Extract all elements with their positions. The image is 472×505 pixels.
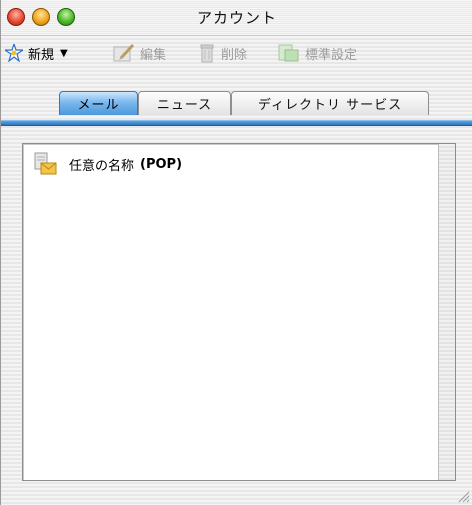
- tab-directory-services-label: ディレクトリ サービス: [257, 98, 403, 113]
- edit-icon: [113, 43, 135, 62]
- window-title: アカウント: [196, 9, 277, 27]
- tab-directory-services[interactable]: ディレクトリ サービス: [231, 91, 429, 115]
- toolbar: 新規 ▼ 編集 削除 標準設定: [1, 36, 472, 70]
- new-button-label: 新規: [28, 47, 55, 63]
- delete-button[interactable]: 削除: [198, 36, 247, 70]
- resize-grip-icon[interactable]: [456, 489, 470, 503]
- title-bar[interactable]: アカウント: [1, 0, 472, 36]
- account-name: 任意の名称: [69, 158, 135, 174]
- new-button[interactable]: 新規 ▼: [5, 36, 68, 70]
- account-type: (POP): [140, 156, 183, 172]
- list-item[interactable]: 任意の名称 (POP): [33, 151, 182, 177]
- delete-button-label: 削除: [221, 47, 248, 63]
- tab-mail-label: メール: [77, 98, 120, 113]
- vertical-scrollbar[interactable]: [438, 144, 455, 480]
- edit-button-label: 編集: [140, 47, 167, 63]
- tab-divider: [1, 120, 472, 126]
- default-account-icon: [278, 44, 299, 62]
- sparkle-icon: [5, 44, 23, 62]
- set-default-button[interactable]: 標準設定: [278, 36, 357, 70]
- trash-icon: [200, 44, 214, 63]
- tab-mail[interactable]: メール: [59, 91, 138, 115]
- tab-news-label: ニュース: [156, 98, 213, 113]
- edit-button[interactable]: 編集: [113, 36, 166, 70]
- account-list[interactable]: 任意の名称 (POP): [22, 143, 456, 481]
- set-default-button-label: 標準設定: [305, 47, 358, 63]
- mail-account-icon: [34, 152, 57, 175]
- tab-bar: メール ニュース ディレクトリ サービス: [1, 83, 472, 127]
- tab-news[interactable]: ニュース: [138, 91, 231, 115]
- accounts-window: アカウント 新規 ▼ 編集 削除 標準設定 メール ニュース ディレクトリ サー…: [0, 0, 472, 505]
- dropdown-arrow-icon[interactable]: ▼: [60, 48, 68, 59]
